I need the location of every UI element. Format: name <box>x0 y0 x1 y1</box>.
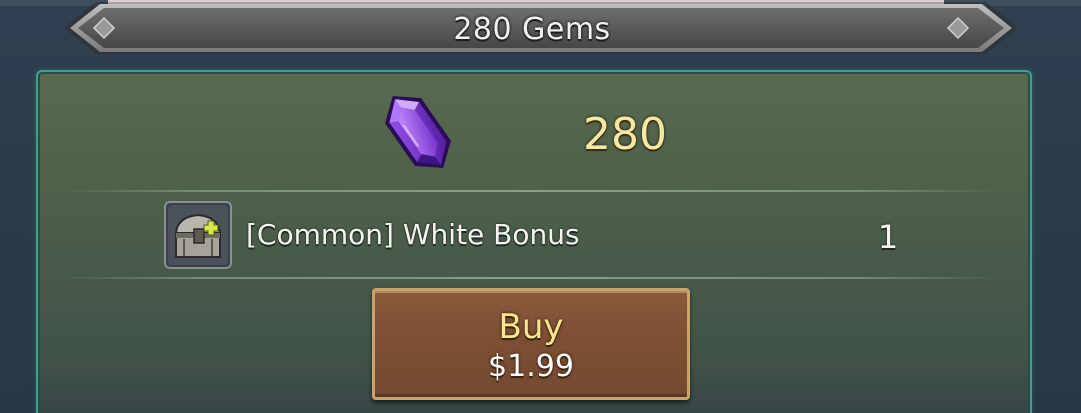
row-divider-bottom <box>60 277 1000 279</box>
buy-button[interactable]: Buy $1.99 <box>372 288 690 400</box>
gem-offer-screen: 280 Gems 280 [Common] White Bonus 1 Buy … <box>0 0 1081 413</box>
bonus-item-label: [Common] White Bonus <box>246 218 580 251</box>
purple-gem-icon <box>385 95 451 169</box>
row-divider-top <box>60 190 1000 192</box>
page-title: 280 Gems <box>453 12 611 47</box>
buy-button-price: $1.99 <box>488 349 574 384</box>
buy-button-label: Buy <box>498 307 564 347</box>
gem-amount: 280 <box>583 109 667 160</box>
bonus-item-quantity: 1 <box>877 218 899 256</box>
treasure-chest-icon <box>164 201 232 269</box>
